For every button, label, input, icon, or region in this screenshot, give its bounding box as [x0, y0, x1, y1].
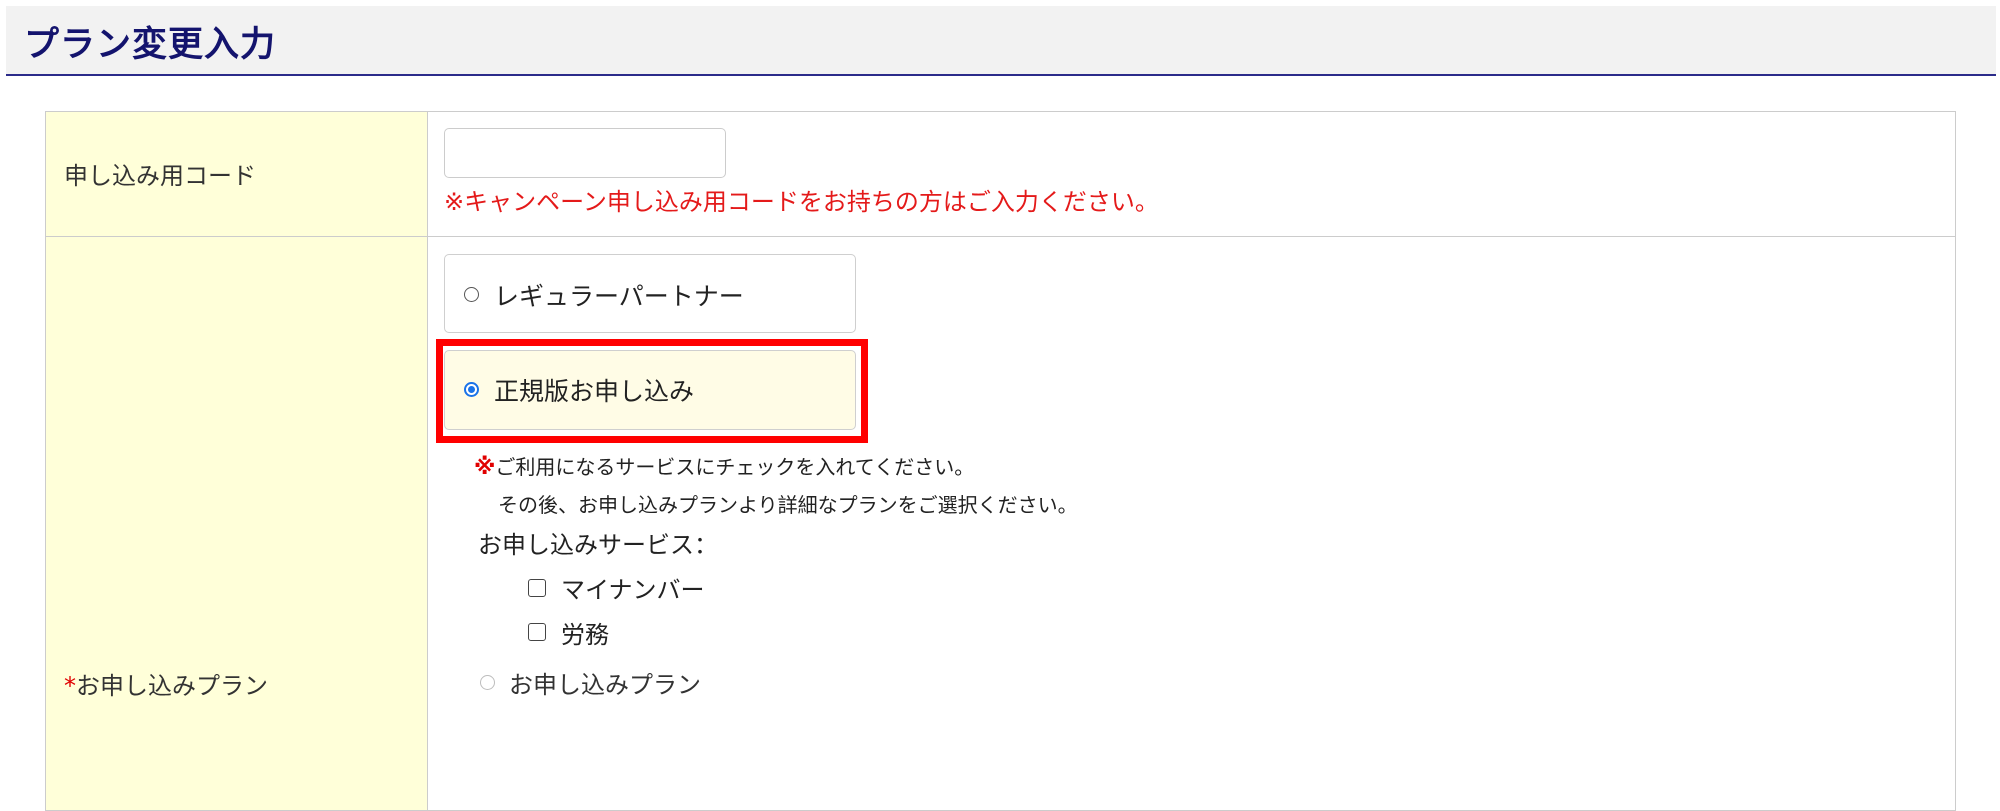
note-mark: ※: [474, 455, 496, 480]
code-row-label: 申し込み用コード: [64, 162, 256, 190]
subplan-label: お申し込みプラン: [509, 671, 701, 699]
radio-unchecked-icon[interactable]: [464, 287, 479, 302]
plan-option-full-version[interactable]: 正規版お申し込み: [444, 350, 856, 430]
plan-option-label: レギュラーパートナー: [494, 282, 744, 311]
plan-row-label-text: お申し込みプラン: [76, 672, 268, 700]
page-header: プラン変更入力: [6, 6, 1996, 76]
plan-row-label: *お申し込みプラン: [64, 666, 268, 701]
campaign-code-input[interactable]: [444, 128, 726, 178]
note-line1-text: ご利用になるサービスにチェックを入れてください。: [495, 455, 975, 479]
plan-option-regular-partner[interactable]: レギュラーパートナー: [444, 254, 856, 333]
service-note-line1: ※ご利用になるサービスにチェックを入れてください。: [474, 451, 974, 480]
checkbox-my-number[interactable]: [528, 579, 546, 597]
campaign-code-note: ※キャンペーン申し込み用コードをお持ちの方はご入力ください。: [444, 188, 1159, 216]
radio-disabled-icon: [480, 675, 495, 690]
plan-option-label: 正規版お申し込み: [494, 377, 695, 406]
required-mark: *: [64, 672, 76, 700]
service-note-line2: その後、お申し込みプランより詳細なプランをご選択ください。: [498, 493, 1078, 517]
radio-checked-icon[interactable]: [464, 382, 479, 397]
row-divider: [46, 236, 1955, 237]
checkbox-labor-label[interactable]: 労務: [561, 615, 609, 650]
page-title: プラン変更入力: [24, 25, 277, 65]
checkbox-labor[interactable]: [528, 623, 546, 641]
checkbox-my-number-label[interactable]: マイナンバー: [561, 570, 705, 605]
services-label: お申し込みサービス：: [478, 531, 718, 559]
label-column: [46, 112, 428, 810]
